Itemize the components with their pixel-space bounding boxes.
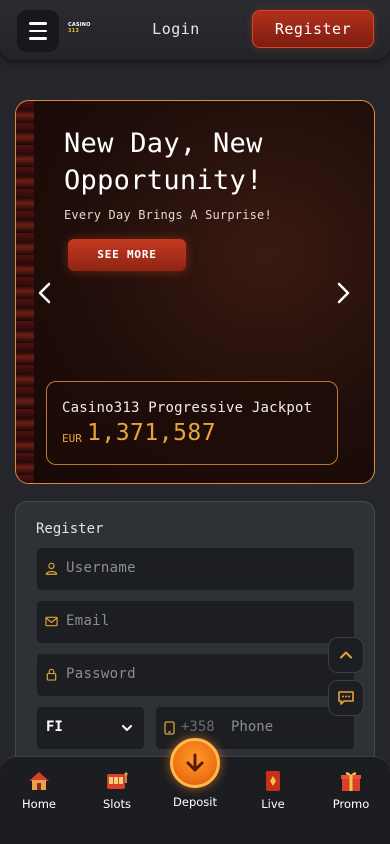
promo-icon [341,772,361,791]
country-select[interactable]: FI [37,707,144,749]
email-field[interactable]: Email [37,601,354,643]
jackpot-panel: Casino313 Progressive Jackpot EUR 1,371,… [46,381,338,465]
jackpot-amount: 1,371,587 [87,420,217,446]
slots-icon [107,772,128,789]
casino-logo[interactable]: CASINO 313 [68,22,98,36]
live-chat-button[interactable] [328,680,364,716]
nav-live[interactable]: Live [243,769,303,815]
password-placeholder: Password [66,666,136,682]
mail-icon [45,616,58,627]
menu-button[interactable] [17,10,59,52]
see-more-button[interactable]: SEE MORE [68,239,186,271]
live-icon [266,771,280,791]
chevron-left-icon[interactable] [34,281,58,305]
banner-side-image [16,101,34,483]
nav-promo[interactable]: Promo [321,769,381,815]
phone-country-code: +358 [181,719,215,735]
username-placeholder: Username [66,560,136,576]
banner-title: New Day, New Opportunity! [64,128,263,196]
jackpot-currency: EUR [62,432,82,445]
username-field[interactable]: Username [37,548,354,590]
home-icon [29,772,49,790]
banner-subtitle: Every Day Brings A Surprise! [64,208,272,222]
form-title: Register [36,521,104,537]
country-value: FI [46,719,63,735]
email-placeholder: Email [66,613,110,629]
password-field[interactable]: Password [37,654,354,696]
phone-placeholder: Phone [231,719,274,735]
nav-slots[interactable]: Slots [87,769,147,815]
scroll-top-button[interactable] [328,637,364,673]
chevron-right-icon[interactable] [330,281,354,305]
chat-icon [338,691,354,705]
phone-icon [164,721,175,735]
deposit-button[interactable] [170,738,220,788]
login-link[interactable]: Login [148,20,204,40]
lock-icon [46,668,57,681]
nav-home[interactable]: Home [9,769,69,815]
nav-deposit-label[interactable]: Deposit [164,795,226,809]
menu-icon [29,22,47,25]
promo-banner: New Day, New Opportunity! Every Day Brin… [15,100,375,484]
jackpot-label: Casino313 Progressive Jackpot [62,400,313,416]
register-button[interactable]: Register [252,10,374,48]
deposit-icon [186,753,204,772]
user-icon [45,562,58,575]
top-header: CASINO 313 Login Register [0,0,390,60]
chevron-down-icon [122,725,132,731]
chevron-up-icon [340,651,352,659]
